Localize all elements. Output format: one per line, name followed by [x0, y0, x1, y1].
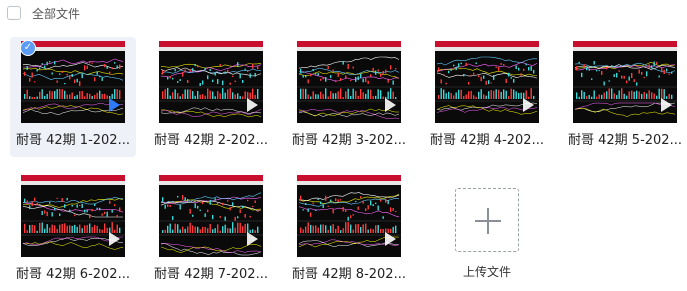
video-thumbnail[interactable] [435, 41, 539, 123]
video-thumbnail[interactable] [159, 175, 263, 257]
file-card[interactable]: 耐哥 42期 6-202... [10, 171, 136, 291]
upload-label[interactable]: 上传文件 [437, 263, 537, 280]
play-icon[interactable] [247, 98, 258, 112]
play-icon[interactable] [385, 232, 396, 246]
play-icon[interactable] [247, 232, 258, 246]
play-icon[interactable] [109, 98, 120, 112]
file-name[interactable]: 耐哥 42期 2-202... [148, 129, 274, 148]
file-name[interactable]: 耐哥 42期 7-202... [148, 263, 274, 282]
video-thumbnail[interactable] [573, 41, 677, 123]
play-icon[interactable] [523, 98, 534, 112]
file-name[interactable]: 耐哥 42期 3-202... [286, 129, 412, 148]
video-thumbnail[interactable] [297, 41, 401, 123]
file-grid: ✓ 耐哥 42期 1-202... 耐哥 42期 2-202... 耐哥 42期 3-… [0, 0, 687, 289]
play-icon[interactable] [109, 232, 120, 246]
file-card[interactable]: 耐哥 42期 3-202... [286, 37, 412, 157]
video-thumbnail[interactable] [21, 175, 125, 257]
upload-button[interactable] [455, 188, 519, 252]
file-card[interactable]: 耐哥 42期 4-202... [424, 37, 550, 157]
video-thumbnail[interactable] [21, 41, 125, 123]
file-card[interactable]: 耐哥 42期 7-202... [148, 171, 274, 291]
selected-check-icon[interactable]: ✓ [20, 40, 36, 56]
file-name[interactable]: 耐哥 42期 4-202... [424, 129, 550, 148]
file-card[interactable]: 耐哥 42期 8-202... [286, 171, 412, 291]
file-card[interactable]: 耐哥 42期 5-202... [562, 37, 687, 157]
file-card[interactable]: 耐哥 42期 2-202... [148, 37, 274, 157]
play-icon[interactable] [661, 98, 672, 112]
file-name[interactable]: 耐哥 42期 6-202... [10, 263, 136, 282]
video-thumbnail[interactable] [297, 175, 401, 257]
file-name[interactable]: 耐哥 42期 5-202... [562, 129, 687, 148]
file-card[interactable]: ✓ 耐哥 42期 1-202... [10, 37, 136, 157]
file-name[interactable]: 耐哥 42期 8-202... [286, 263, 412, 282]
file-name[interactable]: 耐哥 42期 1-202... [10, 129, 136, 148]
video-thumbnail[interactable] [159, 41, 263, 123]
play-icon[interactable] [385, 98, 396, 112]
